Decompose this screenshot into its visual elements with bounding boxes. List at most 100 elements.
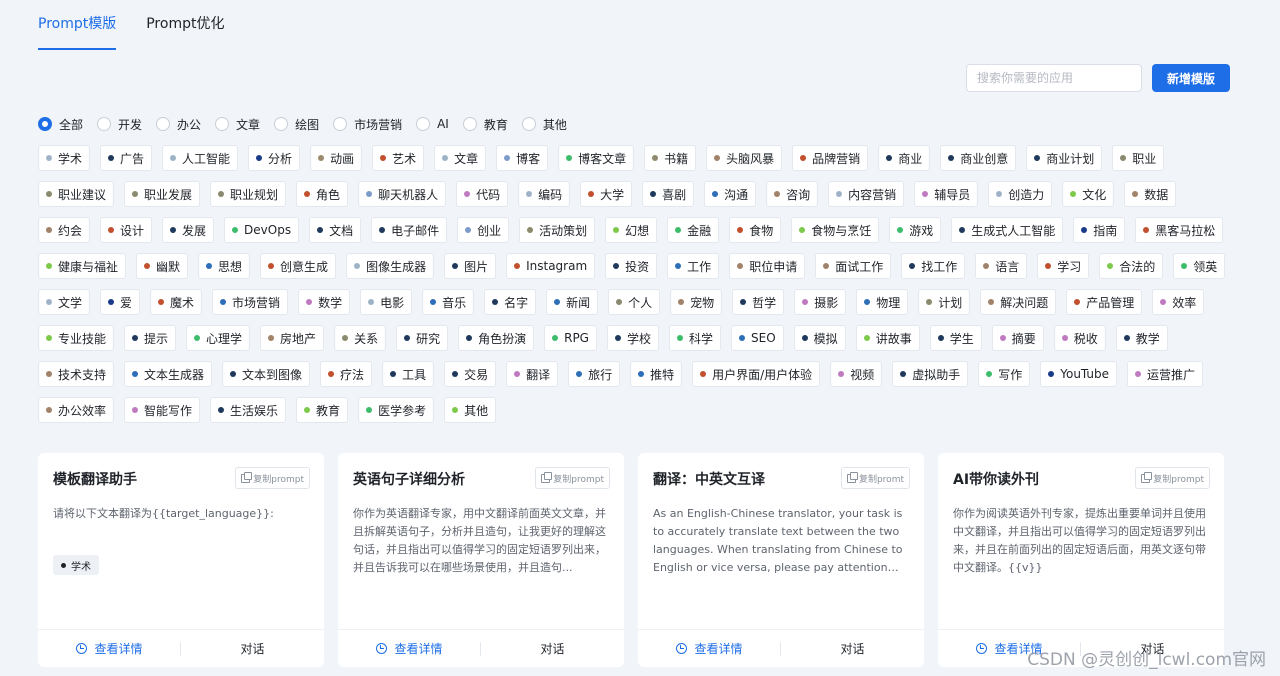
tag-chip[interactable]: 合法的 bbox=[1099, 253, 1164, 279]
tag-chip[interactable]: 辅导员 bbox=[914, 181, 979, 207]
tag-chip[interactable]: 幻想 bbox=[605, 217, 658, 243]
radio-circle-icon[interactable] bbox=[462, 117, 477, 131]
tag-chip[interactable]: 编码 bbox=[518, 181, 571, 207]
tag-chip[interactable]: 文本生成器 bbox=[124, 361, 213, 387]
tag-chip[interactable]: 金融 bbox=[667, 217, 720, 243]
tag-chip[interactable]: 关系 bbox=[334, 325, 387, 351]
category-radio[interactable]: 绘图 bbox=[274, 114, 319, 134]
category-radio[interactable]: 其他 bbox=[521, 114, 567, 134]
tag-chip[interactable]: 学习 bbox=[1037, 253, 1090, 279]
tag-chip[interactable]: 职业规划 bbox=[210, 181, 287, 207]
tag-chip[interactable]: 摄影 bbox=[794, 289, 847, 315]
tag-chip[interactable]: 学生 bbox=[929, 325, 982, 351]
copy-prompt-button[interactable]: 复制promt bbox=[840, 467, 910, 489]
tag-chip[interactable]: 效率 bbox=[1152, 289, 1205, 315]
search-input[interactable] bbox=[966, 64, 1142, 92]
tag-chip[interactable]: 商业创意 bbox=[940, 145, 1017, 171]
radio-circle-icon[interactable] bbox=[333, 117, 348, 131]
tag-chip[interactable]: 生成式人工智能 bbox=[951, 217, 1064, 243]
tag-chip[interactable]: 医学参考 bbox=[358, 397, 435, 423]
radio-circle-icon[interactable] bbox=[274, 117, 289, 131]
tag-chip[interactable]: 角色扮演 bbox=[458, 325, 535, 351]
tag-chip[interactable]: 创造力 bbox=[988, 181, 1053, 207]
tag-chip[interactable]: 疗法 bbox=[320, 361, 373, 387]
tag-chip[interactable]: 技术支持 bbox=[38, 361, 115, 387]
tag-chip[interactable]: 名字 bbox=[484, 289, 537, 315]
tag-chip[interactable]: 教育 bbox=[296, 397, 349, 423]
tag-chip[interactable]: 学术 bbox=[38, 145, 91, 171]
tag-chip[interactable]: 图片 bbox=[444, 253, 497, 279]
tag-chip[interactable]: 文本到图像 bbox=[222, 361, 311, 387]
view-detail-button[interactable]: 查看详情 bbox=[38, 640, 181, 657]
tag-chip[interactable]: 模拟 bbox=[793, 325, 846, 351]
tag-chip[interactable]: 投资 bbox=[605, 253, 658, 279]
category-radio[interactable]: AI bbox=[416, 114, 449, 134]
tag-chip[interactable]: 税收 bbox=[1053, 325, 1106, 351]
tag-chip[interactable]: 计划 bbox=[918, 289, 971, 315]
tag-chip[interactable]: 健康与福祉 bbox=[38, 253, 127, 279]
tag-chip[interactable]: 创意生成 bbox=[260, 253, 337, 279]
tag-chip[interactable]: SEO bbox=[731, 325, 784, 351]
tag-chip[interactable]: 讲故事 bbox=[855, 325, 920, 351]
tag-chip[interactable]: 内容营销 bbox=[828, 181, 905, 207]
tag-chip[interactable]: 房地产 bbox=[260, 325, 325, 351]
tag-chip[interactable]: 设计 bbox=[100, 217, 153, 243]
tag-chip[interactable]: 教学 bbox=[1115, 325, 1168, 351]
tag-chip[interactable]: 动画 bbox=[310, 145, 363, 171]
tag-chip[interactable]: 指南 bbox=[1073, 217, 1126, 243]
tag-chip[interactable]: 职业发展 bbox=[124, 181, 201, 207]
tag-chip[interactable]: 沟通 bbox=[704, 181, 757, 207]
tag-chip[interactable]: 专业技能 bbox=[38, 325, 115, 351]
tag-chip[interactable]: DevOps bbox=[224, 217, 300, 243]
tag-chip[interactable]: 工具 bbox=[382, 361, 435, 387]
tag-chip[interactable]: 用户界面/用户体验 bbox=[692, 361, 821, 387]
tag-chip[interactable]: 食物与烹饪 bbox=[791, 217, 880, 243]
tag-chip[interactable]: 约会 bbox=[38, 217, 91, 243]
tab-prompt-template[interactable]: Prompt模版 bbox=[38, 0, 117, 50]
tag-chip[interactable]: 摘要 bbox=[991, 325, 1044, 351]
radio-circle-icon[interactable] bbox=[38, 117, 52, 131]
tag-chip[interactable]: RPG bbox=[544, 325, 597, 351]
tag-chip[interactable]: 数据 bbox=[1124, 181, 1177, 207]
tag-chip[interactable]: 个人 bbox=[608, 289, 661, 315]
tag-chip[interactable]: 喜剧 bbox=[642, 181, 695, 207]
tag-chip[interactable]: 科学 bbox=[669, 325, 722, 351]
tag-chip[interactable]: 宠物 bbox=[670, 289, 723, 315]
tag-chip[interactable]: 工作 bbox=[667, 253, 720, 279]
tag-chip[interactable]: 魔术 bbox=[150, 289, 203, 315]
radio-circle-icon[interactable] bbox=[416, 117, 431, 131]
copy-prompt-button[interactable]: 复制prompt bbox=[1135, 467, 1210, 489]
tag-chip[interactable]: 办公效率 bbox=[38, 397, 115, 423]
tag-chip[interactable]: 视频 bbox=[830, 361, 883, 387]
tag-chip[interactable]: 哲学 bbox=[732, 289, 785, 315]
tag-chip[interactable]: 品牌营销 bbox=[792, 145, 869, 171]
tag-chip[interactable]: 其他 bbox=[444, 397, 497, 423]
tag-chip[interactable]: 新闻 bbox=[546, 289, 599, 315]
category-radio[interactable]: 教育 bbox=[462, 114, 508, 134]
tag-chip[interactable]: 智能写作 bbox=[124, 397, 201, 423]
tag-chip[interactable]: 解决问题 bbox=[980, 289, 1057, 315]
tag-chip[interactable]: 大学 bbox=[580, 181, 633, 207]
tag-chip[interactable]: 爱 bbox=[100, 289, 141, 315]
tag-chip[interactable]: 商业 bbox=[878, 145, 931, 171]
category-radio[interactable]: 市场营销 bbox=[333, 114, 402, 134]
tag-chip[interactable]: 交易 bbox=[444, 361, 497, 387]
chat-button[interactable]: 对话 bbox=[181, 640, 324, 657]
tag-chip[interactable]: 职业建议 bbox=[38, 181, 115, 207]
tag-chip[interactable]: 代码 bbox=[456, 181, 509, 207]
tag-chip[interactable]: 数学 bbox=[298, 289, 351, 315]
tag-chip[interactable]: 研究 bbox=[396, 325, 449, 351]
tab-prompt-optimize[interactable]: Prompt优化 bbox=[146, 0, 224, 50]
tag-chip[interactable]: 幽默 bbox=[136, 253, 189, 279]
category-radio[interactable]: 办公 bbox=[156, 114, 201, 134]
radio-circle-icon[interactable] bbox=[156, 117, 171, 131]
tag-chip[interactable]: 领英 bbox=[1173, 253, 1226, 279]
tag-chip[interactable]: 人工智能 bbox=[162, 145, 239, 171]
tag-chip[interactable]: 图像生成器 bbox=[346, 253, 435, 279]
tag-chip[interactable]: 文档 bbox=[309, 217, 362, 243]
tag-chip[interactable]: 物理 bbox=[856, 289, 909, 315]
category-radio[interactable]: 文章 bbox=[215, 114, 260, 134]
tag-chip[interactable]: 推特 bbox=[630, 361, 683, 387]
tag-chip[interactable]: 游戏 bbox=[889, 217, 942, 243]
category-radio[interactable]: 开发 bbox=[97, 114, 142, 134]
